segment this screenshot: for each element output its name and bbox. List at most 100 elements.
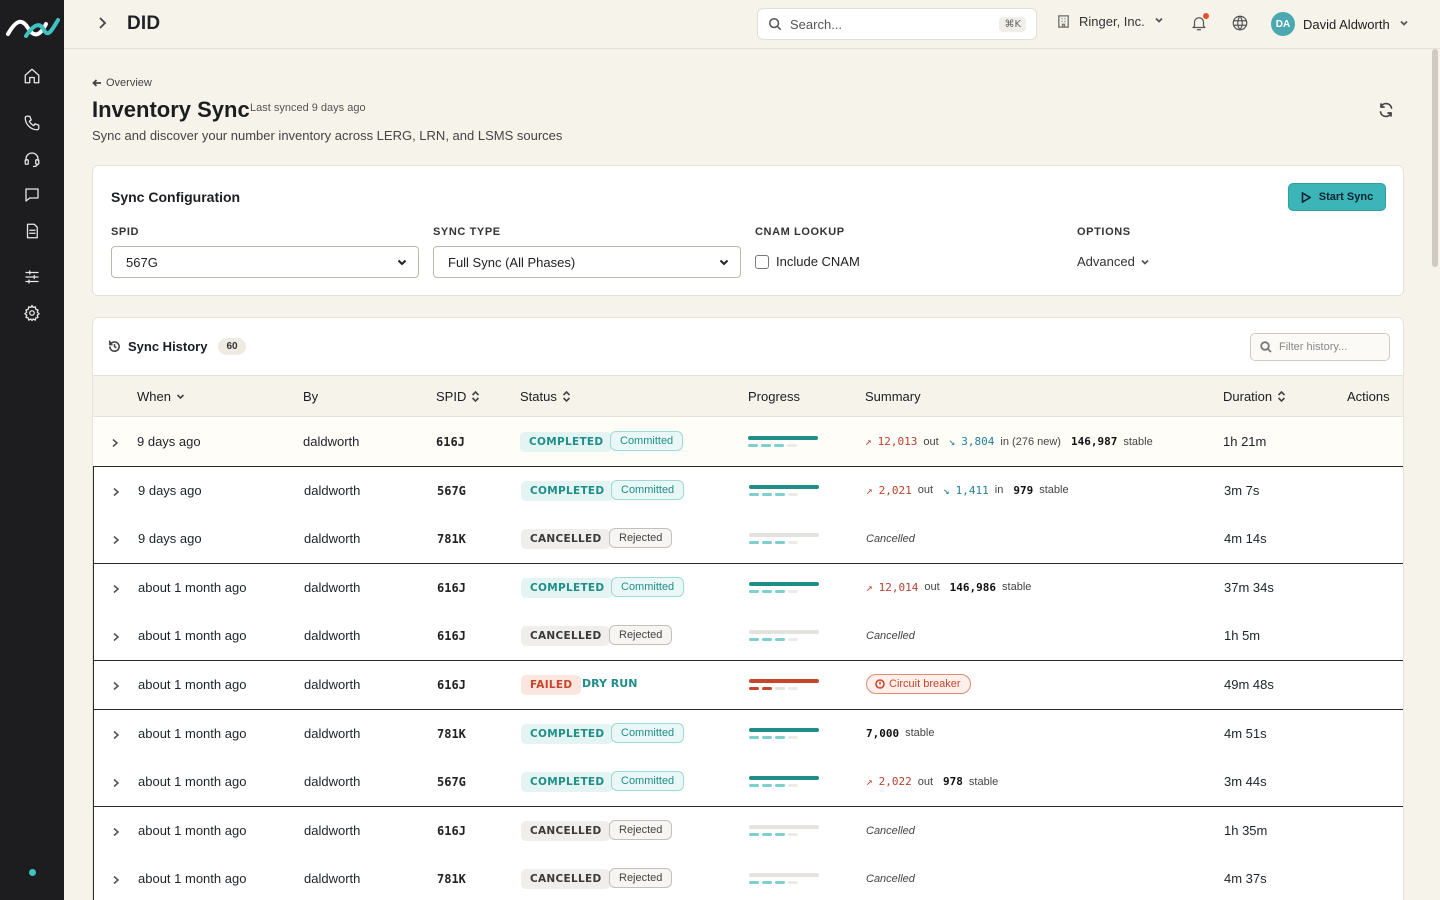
page-scrollbar[interactable]: [1431, 49, 1439, 900]
column-duration[interactable]: Duration: [1223, 389, 1286, 404]
table-row[interactable]: 9 days ago daldworth 616J COMPLETED Committe…: [93, 418, 1403, 467]
progress-phase-1: [749, 589, 759, 593]
back-to-overview-link[interactable]: Overview: [92, 77, 152, 89]
table-row[interactable]: about 1 month ago daldworth 616J CANCELLED R…: [93, 612, 1403, 662]
progress-phase-4: [788, 687, 798, 690]
table-row[interactable]: about 1 month ago daldworth 616J CANCELLED R…: [93, 806, 1403, 856]
progress-phase-4: [788, 541, 798, 545]
building-icon: [1058, 15, 1069, 28]
alert-circle-icon: [875, 679, 885, 689]
progress-phase-4: [788, 832, 798, 836]
globe-icon[interactable]: [1231, 14, 1251, 34]
search-placeholder: Search...: [790, 16, 843, 32]
cell-when: about 1 month ago: [138, 725, 247, 741]
chevron-down-icon: [719, 259, 729, 266]
expand-row-chevron-icon[interactable]: [112, 533, 122, 545]
include-cnam-checkbox[interactable]: [755, 254, 769, 269]
result-badge: Committed: [611, 576, 685, 597]
table-row[interactable]: 9 days ago daldworth 781K CANCELLED Rejected…: [93, 515, 1403, 565]
document-icon[interactable]: [12, 215, 52, 247]
expand-row-chevron-icon[interactable]: [112, 630, 122, 642]
progress-bar: [749, 581, 821, 595]
app-logo[interactable]: [4, 10, 60, 42]
table-row[interactable]: 9 days ago daldworth 567G COMPLETED Committe…: [93, 466, 1403, 516]
gear-icon[interactable]: [12, 297, 52, 329]
error-badge[interactable]: Circuit breaker: [866, 674, 971, 694]
column-when[interactable]: When: [137, 389, 185, 404]
expand-row-chevron-icon[interactable]: [112, 582, 122, 594]
scrollbar-thumb[interactable]: [1432, 49, 1438, 267]
progress-phase-1: [749, 832, 759, 836]
cell-when: 9 days ago: [137, 434, 201, 449]
expand-row-chevron-icon[interactable]: [112, 825, 122, 837]
progress-phase-3: [775, 784, 785, 788]
phone-icon[interactable]: [12, 107, 52, 139]
table-row[interactable]: about 1 month ago daldworth 781K CANCELLED R…: [93, 855, 1403, 900]
column-actions-label: Actions: [1347, 389, 1390, 404]
back-label: Overview: [106, 77, 152, 89]
summary-cancelled: Cancelled: [866, 824, 915, 837]
progress-main-fill: [749, 484, 819, 489]
sync-type-value: Full Sync (All Phases): [448, 254, 576, 270]
progress-bar: [749, 775, 821, 789]
summary-stable-count: 7,000: [866, 726, 900, 740]
summary: ↗ 12,013 out ↘ 3,804 in (276 new) 146,987 stabl…: [865, 435, 1157, 448]
sliders-icon[interactable]: [12, 261, 52, 293]
message-icon[interactable]: [12, 179, 52, 211]
user-menu[interactable]: DA David Aldworth: [1271, 12, 1410, 36]
arrow-up-right-icon: ↗: [866, 775, 873, 789]
column-status[interactable]: Status: [520, 389, 571, 404]
cell-duration: 4m 51s: [1224, 725, 1267, 741]
cell-spid: 567G: [437, 775, 466, 790]
expand-row-chevron-icon[interactable]: [112, 485, 122, 497]
summary-stable-count: 146,986: [949, 580, 997, 594]
filter-history-input[interactable]: Filter history...: [1250, 333, 1390, 361]
expand-row-chevron-icon[interactable]: [112, 776, 122, 788]
table-header: When By SPID Status Progress Summary Dur…: [93, 375, 1403, 417]
result-badge: Committed: [610, 431, 684, 451]
notifications-bell-icon[interactable]: [1190, 13, 1210, 34]
column-summary-label: Summary: [865, 389, 921, 404]
progress-bar: [749, 727, 821, 741]
progress-main-fill: [749, 533, 819, 538]
start-sync-button[interactable]: Start Sync: [1288, 183, 1386, 211]
summary-out-label: out: [923, 435, 939, 448]
expand-row-chevron-icon[interactable]: [111, 436, 121, 448]
advanced-options-toggle[interactable]: Advanced: [1077, 254, 1150, 269]
refresh-icon[interactable]: [1378, 102, 1394, 118]
table-row[interactable]: about 1 month ago daldworth 567G COMPLETED C…: [93, 758, 1403, 808]
table-row[interactable]: about 1 month ago daldworth 781K COMPLETED C…: [93, 709, 1403, 759]
table-row[interactable]: about 1 month ago daldworth 616J FAILED DRY …: [93, 661, 1403, 710]
cell-by: daldworth: [304, 774, 361, 790]
home-icon[interactable]: [12, 60, 52, 92]
chevron-down-icon: [176, 394, 185, 400]
progress-phase-2: [761, 444, 771, 447]
cell-spid: 616J: [437, 823, 466, 838]
result-badge: Rejected: [609, 868, 673, 889]
include-cnam-toggle[interactable]: Include CNAM: [755, 254, 860, 269]
progress-bar: [749, 532, 821, 546]
sync-type-select[interactable]: Full Sync (All Phases): [433, 246, 741, 278]
progress-phase-3: [775, 735, 785, 739]
expand-row-chevron-icon[interactable]: [112, 728, 122, 740]
arrow-up-right-icon: ↗: [866, 483, 873, 497]
expand-sidebar-chevron-icon[interactable]: [94, 15, 110, 31]
headset-icon[interactable]: [12, 143, 52, 175]
notification-dot: [1203, 13, 1209, 19]
status-badge: COMPLETED: [520, 432, 613, 452]
spid-select[interactable]: 567G: [111, 246, 419, 278]
status-badge: COMPLETED: [521, 772, 614, 793]
column-spid[interactable]: SPID: [436, 389, 480, 404]
summary-out-count: 12,014: [878, 580, 919, 594]
expand-row-chevron-icon[interactable]: [112, 873, 122, 885]
topbar: DID Search... ⌘K Ringer, Inc. DA David A…: [64, 0, 1440, 49]
table-row[interactable]: about 1 month ago daldworth 616J COMPLETED C…: [93, 563, 1403, 613]
progress-bar: [749, 629, 821, 643]
expand-row-chevron-icon[interactable]: [112, 679, 122, 691]
cell-by: daldworth: [304, 871, 361, 887]
summary-out-count: 12,013: [877, 435, 918, 448]
search-shortcut: ⌘K: [999, 16, 1026, 32]
global-search-input[interactable]: Search... ⌘K: [757, 8, 1037, 40]
progress-phase-4: [788, 881, 798, 885]
org-switcher[interactable]: Ringer, Inc.: [1056, 14, 1165, 29]
